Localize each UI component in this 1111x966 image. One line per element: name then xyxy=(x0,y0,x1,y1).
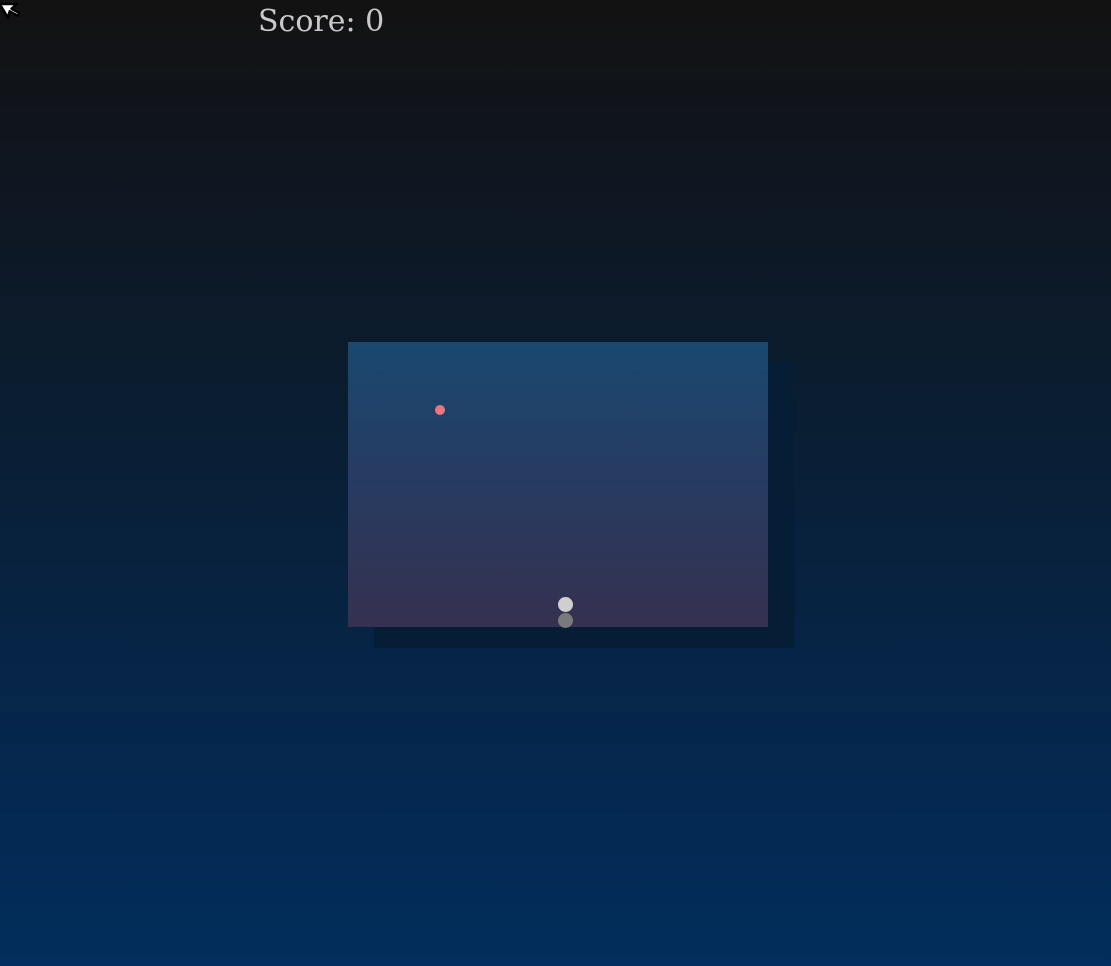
snake-head xyxy=(558,597,573,612)
food-pellet xyxy=(435,405,445,415)
snake-body-segment xyxy=(558,613,573,628)
game-arena[interactable] xyxy=(348,342,768,627)
score-display: Score: 0 xyxy=(258,4,385,39)
cursor-icon xyxy=(0,2,21,19)
